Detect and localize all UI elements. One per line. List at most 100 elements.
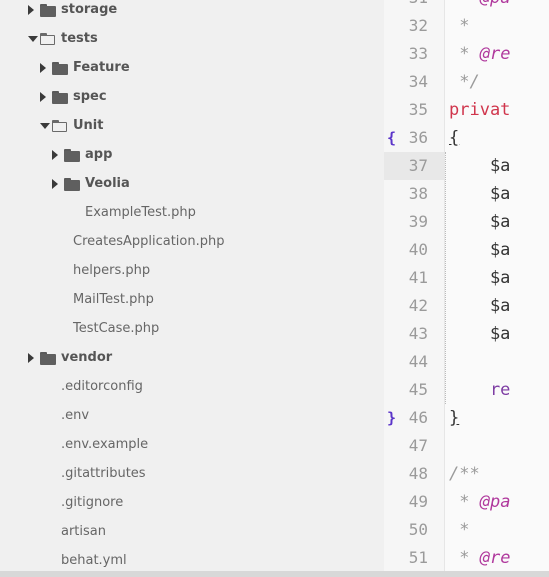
tree-item-label: .env xyxy=(61,408,90,423)
chevron-down-icon[interactable] xyxy=(40,123,50,129)
brace-match-marker: } xyxy=(387,409,397,427)
tree-folder-veolia[interactable]: Veolia xyxy=(0,170,384,199)
code-line[interactable]: $a xyxy=(449,152,510,180)
tree-item-label: .editorconfig xyxy=(61,379,143,394)
tree-folder-app[interactable]: app xyxy=(0,141,384,170)
code-token: { xyxy=(449,128,460,148)
horizontal-scrollbar[interactable] xyxy=(0,571,549,577)
tree-folder-feature[interactable]: Feature xyxy=(0,54,384,83)
code-line[interactable]: * @pa xyxy=(449,488,510,516)
chevron-right-icon[interactable] xyxy=(40,63,46,73)
tree-file-env[interactable]: .env xyxy=(0,402,384,431)
code-line[interactable]: $a xyxy=(449,208,510,236)
code-line[interactable]: $a xyxy=(449,292,510,320)
tree-item-label: .env.example xyxy=(61,437,149,452)
chevron-down-icon[interactable] xyxy=(28,36,38,42)
code-line[interactable]: */ xyxy=(449,68,480,96)
folder-icon xyxy=(52,91,68,104)
code-token: $a xyxy=(449,156,511,176)
code-line[interactable]: * @re xyxy=(449,40,510,68)
line-number: 50 xyxy=(408,520,428,539)
tree-folder-storage[interactable]: storage xyxy=(0,0,384,25)
code-token: /** xyxy=(449,464,480,484)
tree-file-env-example[interactable]: .env.example xyxy=(0,431,384,460)
line-number-gutter: 313233343536{37383940414243444546}474849… xyxy=(384,0,444,571)
folder-icon xyxy=(40,352,56,365)
line-number: 31 xyxy=(384,0,444,12)
line-number: 41 xyxy=(408,268,428,287)
line-number: 38 xyxy=(408,184,428,203)
code-line[interactable]: * @re xyxy=(449,544,510,571)
tree-folder-vendor[interactable]: vendor xyxy=(0,344,384,373)
tree-file-artisan[interactable]: artisan xyxy=(0,518,384,547)
line-number: 35 xyxy=(408,100,428,119)
tree-file-mailtest-php[interactable]: MailTest.php xyxy=(0,286,384,315)
folder-open-icon xyxy=(40,33,56,46)
code-token: } xyxy=(449,408,460,428)
tree-item-label: tests xyxy=(61,31,98,46)
line-number: 37 xyxy=(384,152,444,180)
tree-item-label: storage xyxy=(61,2,118,17)
code-token: re xyxy=(449,380,511,400)
tree-item-label: CreatesApplication.php xyxy=(73,234,225,249)
folder-icon xyxy=(64,178,80,191)
tree-item-label: artisan xyxy=(61,524,106,539)
code-token: @pa xyxy=(480,0,511,8)
code-editor[interactable]: 313233343536{37383940414243444546}474849… xyxy=(384,0,549,571)
code-line[interactable]: } xyxy=(449,404,459,432)
project-file-tree: storage tests Feature spec Unit app Veolia Exam… xyxy=(0,0,384,577)
tree-item-label: ExampleTest.php xyxy=(85,205,196,220)
line-number: 33 xyxy=(408,44,428,63)
folder-open-icon xyxy=(52,120,68,133)
code-token: */ xyxy=(449,72,480,92)
code-line[interactable]: $a xyxy=(449,264,510,292)
code-line[interactable]: { xyxy=(449,124,459,152)
tree-file-exampletest-php[interactable]: ExampleTest.php xyxy=(0,199,384,228)
code-token: * xyxy=(449,44,480,64)
tree-folder-tests[interactable]: tests xyxy=(0,25,384,54)
line-number: 39 xyxy=(408,212,428,231)
folder-icon xyxy=(52,62,68,75)
tree-file-createsapplication-php[interactable]: CreatesApplication.php xyxy=(0,228,384,257)
code-token: $a xyxy=(449,296,511,316)
chevron-right-icon[interactable] xyxy=(28,5,34,15)
tree-item-label: .gitignore xyxy=(61,495,124,510)
chevron-right-icon[interactable] xyxy=(40,92,46,102)
code-line[interactable]: re xyxy=(449,376,510,404)
chevron-right-icon[interactable] xyxy=(52,179,58,189)
line-number: 49 xyxy=(408,492,428,511)
code-line[interactable]: * xyxy=(449,12,469,40)
tree-folder-unit[interactable]: Unit xyxy=(0,112,384,141)
chevron-right-icon[interactable] xyxy=(52,150,58,160)
tree-item-label: .gitattributes xyxy=(61,466,146,481)
indent-guide xyxy=(445,152,446,404)
tree-file-gitignore[interactable]: .gitignore xyxy=(0,489,384,518)
code-line[interactable]: /** xyxy=(449,460,480,488)
line-number: 47 xyxy=(408,436,428,455)
line-number: 51 xyxy=(408,548,428,567)
code-line[interactable]: $a xyxy=(449,236,510,264)
line-number: 43 xyxy=(408,324,428,343)
folder-icon xyxy=(64,149,80,162)
code-token: @pa xyxy=(479,492,511,512)
code-line[interactable]: * xyxy=(449,516,469,544)
code-token: $a xyxy=(449,240,511,260)
tree-file-editorconfig[interactable]: .editorconfig xyxy=(0,373,384,402)
code-token: * xyxy=(449,548,480,568)
tree-file-gitattributes[interactable]: .gitattributes xyxy=(0,460,384,489)
tree-folder-spec[interactable]: spec xyxy=(0,83,384,112)
line-number: 48 xyxy=(408,464,428,483)
code-line[interactable]: * @pa xyxy=(449,0,510,12)
folder-icon xyxy=(40,4,56,17)
tree-file-testcase-php[interactable]: TestCase.php xyxy=(0,315,384,344)
code-line[interactable]: $a xyxy=(449,180,510,208)
code-area[interactable]: * @pa * * @re */ privat { $a $a $a $a $a $… xyxy=(444,0,549,571)
tree-item-label: Unit xyxy=(73,118,104,133)
tree-item-label: vendor xyxy=(61,350,113,365)
code-line[interactable]: privat xyxy=(449,96,510,124)
tree-item-label: app xyxy=(85,147,113,162)
chevron-right-icon[interactable] xyxy=(28,353,34,363)
line-number: 44 xyxy=(408,352,428,371)
code-line[interactable]: $a xyxy=(449,320,510,348)
tree-file-helpers-php[interactable]: helpers.php xyxy=(0,257,384,286)
